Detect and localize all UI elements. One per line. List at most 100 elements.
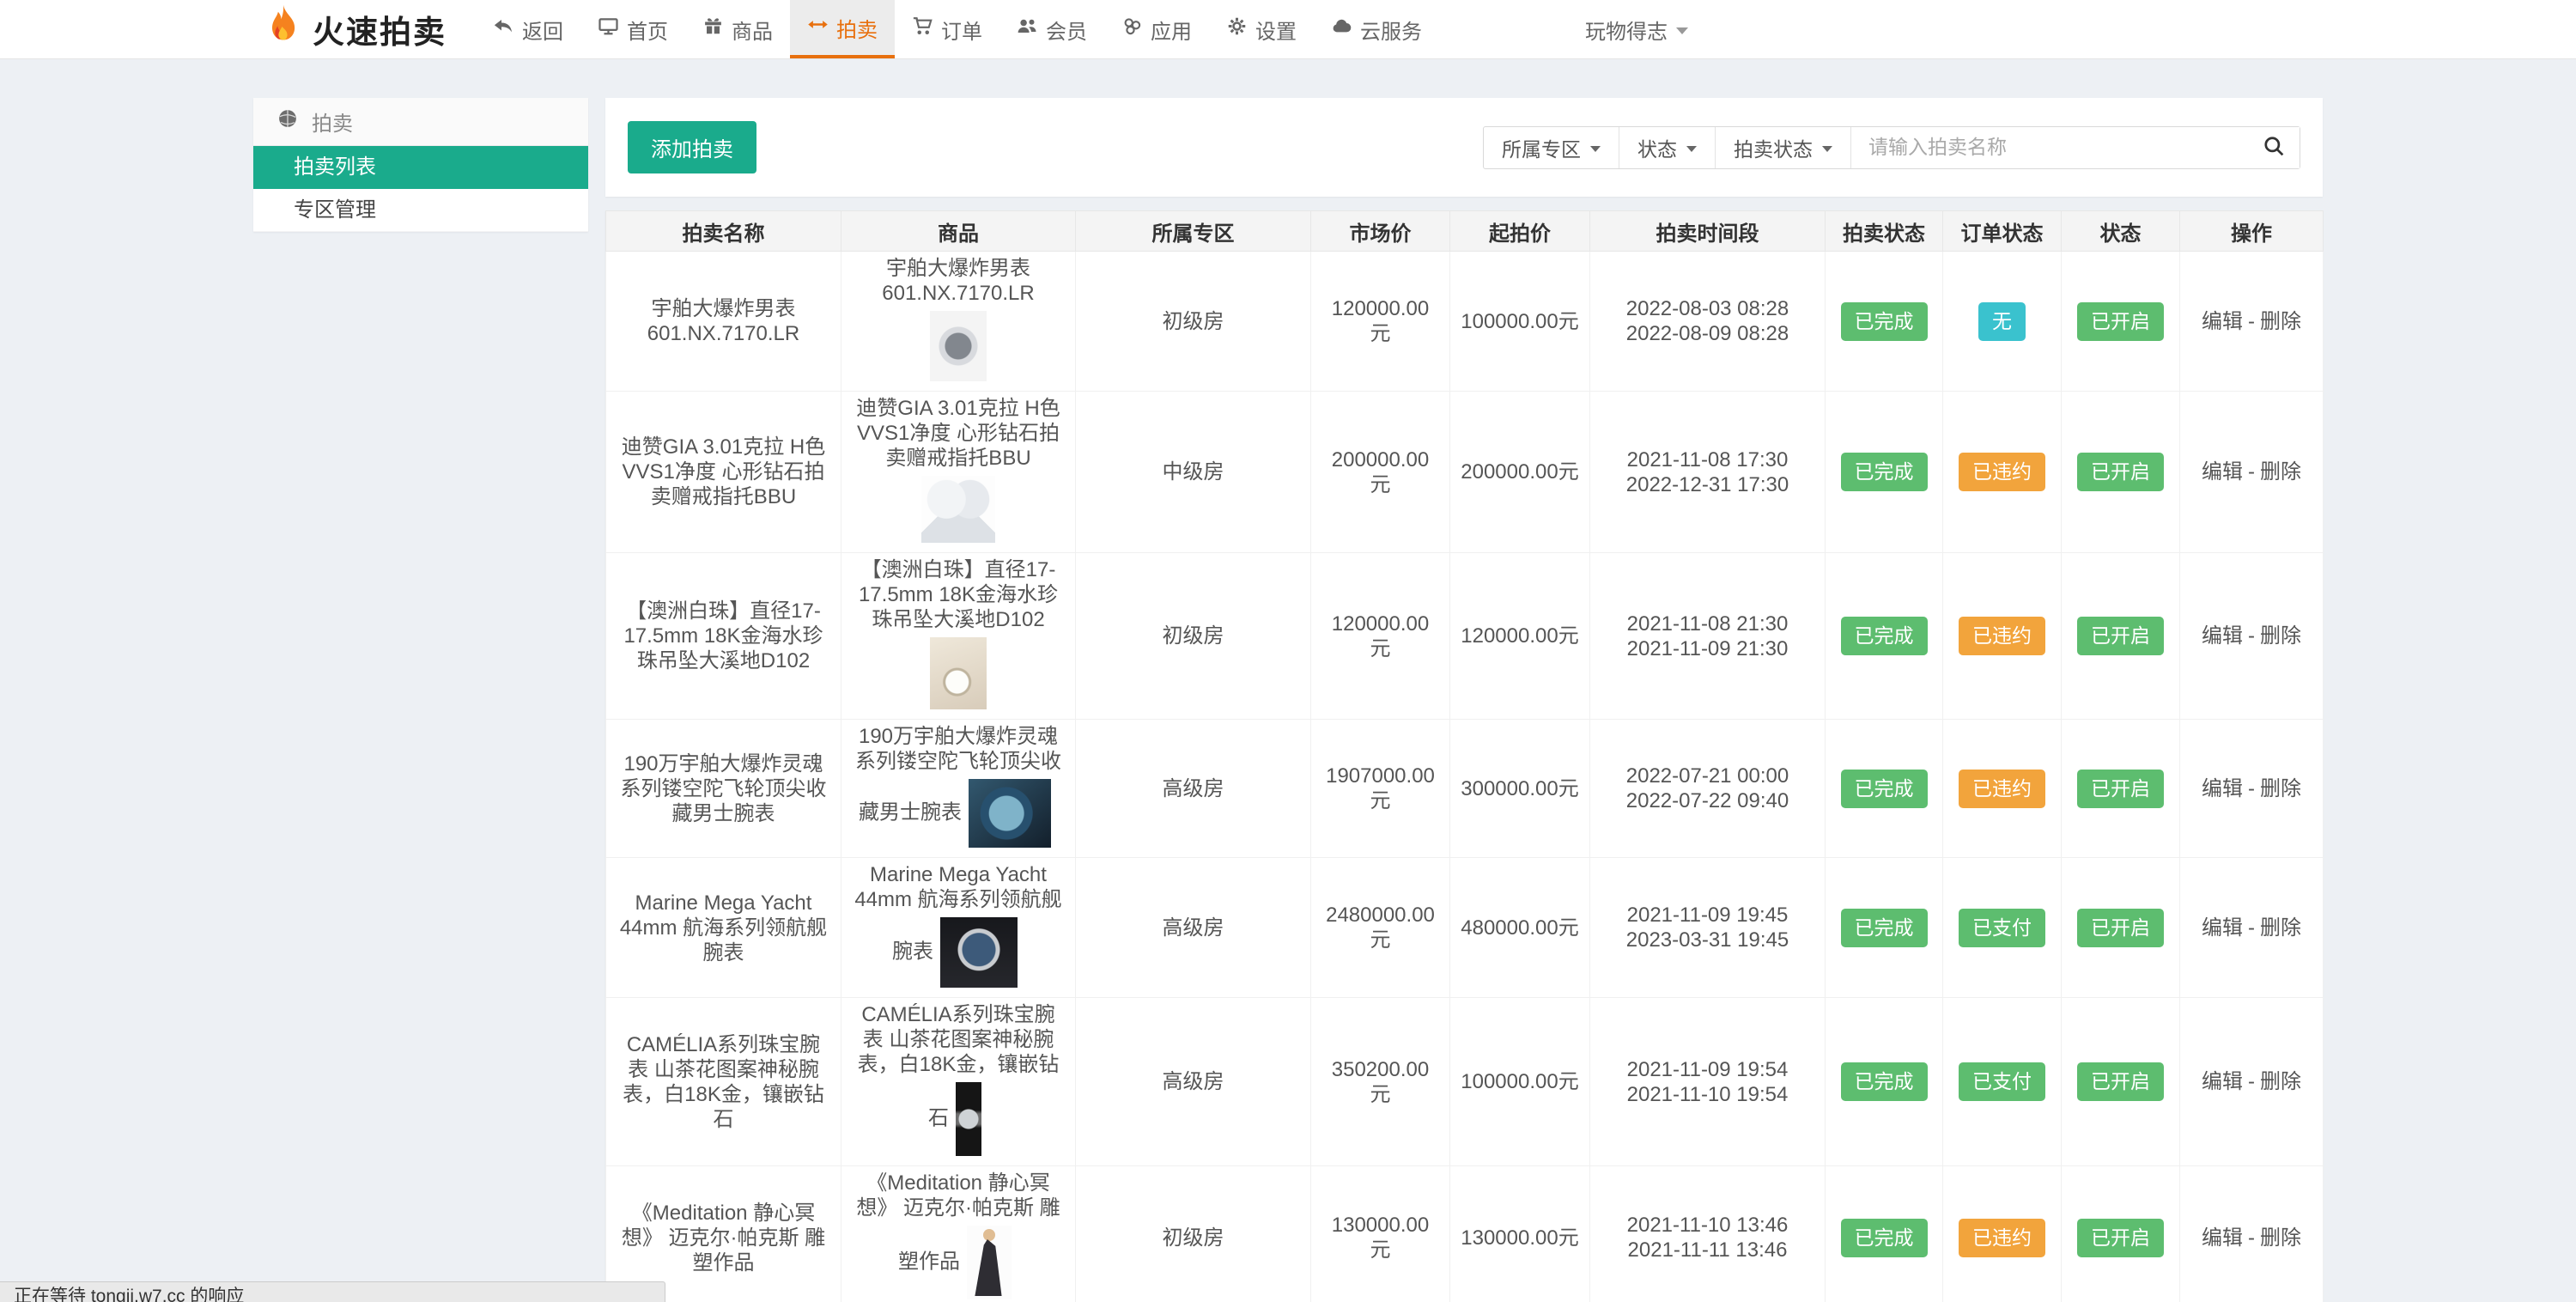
order-status-cell: 无 bbox=[1943, 252, 2062, 392]
status-cell: 已开启 bbox=[2062, 553, 2180, 720]
order-status-badge: 已支付 bbox=[1959, 909, 2045, 947]
delete-link[interactable]: 删除 bbox=[2260, 460, 2301, 484]
flame-logo-icon bbox=[264, 3, 302, 56]
sidebar-header: 拍卖 bbox=[253, 98, 588, 146]
delete-link[interactable]: 删除 bbox=[2260, 1070, 2301, 1093]
search-button[interactable] bbox=[2248, 127, 2300, 168]
product-image-watch-thin bbox=[956, 1082, 981, 1156]
market-price-cell: 200000.00元 bbox=[1311, 392, 1450, 553]
nav-item-goods[interactable]: 商品 bbox=[685, 0, 790, 58]
auction-name-cell: 宇舶大爆炸男表 601.NX.7170.LR bbox=[606, 252, 841, 392]
order-status-badge: 已违约 bbox=[1959, 1219, 2045, 1257]
status-cell: 已开启 bbox=[2062, 392, 2180, 553]
nav-item-members[interactable]: 会员 bbox=[999, 0, 1104, 58]
edit-link[interactable]: 编辑 bbox=[2202, 916, 2243, 940]
edit-link[interactable]: 编辑 bbox=[2202, 1226, 2243, 1250]
zone-cell: 初级房 bbox=[1076, 1166, 1311, 1302]
market-price-cell: 350200.00元 bbox=[1311, 998, 1450, 1166]
edit-link[interactable]: 编辑 bbox=[2202, 777, 2243, 800]
order-status-badge: 已违约 bbox=[1959, 770, 2045, 808]
chevron-down-icon bbox=[1590, 146, 1601, 152]
nav-item-home[interactable]: 首页 bbox=[580, 0, 685, 58]
edit-link[interactable]: 编辑 bbox=[2202, 460, 2243, 484]
reply-icon bbox=[493, 15, 514, 43]
edit-link[interactable]: 编辑 bbox=[2202, 624, 2243, 648]
auction-name-cell: 迪赞GIA 3.01克拉 H色 VVS1净度 心形钻石拍卖赠戒指托BBU bbox=[606, 392, 841, 553]
status-badge: 已开启 bbox=[2077, 1062, 2164, 1101]
auction-table-body: 宇舶大爆炸男表 601.NX.7170.LR 宇舶大爆炸男表 601.NX.71… bbox=[606, 252, 2324, 1302]
filter-zone-dropdown[interactable]: 所属专区 bbox=[1484, 127, 1619, 168]
zone-cell: 高级房 bbox=[1076, 720, 1311, 858]
gear-icon bbox=[1226, 15, 1248, 43]
time-range-cell: 2022-08-03 08:28 2022-08-09 08:28 bbox=[1590, 252, 1826, 392]
order-status-badge: 已违约 bbox=[1959, 453, 2045, 491]
nav-item-orders[interactable]: 订单 bbox=[895, 0, 999, 58]
time-range-cell: 2021-11-09 19:54 2021-11-10 19:54 bbox=[1590, 998, 1826, 1166]
edit-link[interactable]: 编辑 bbox=[2202, 1070, 2243, 1093]
start-price-cell: 300000.00元 bbox=[1450, 720, 1590, 858]
product-cell: Marine Mega Yacht 44mm 航海系列领航舰腕表 bbox=[841, 858, 1076, 998]
order-status-badge: 已违约 bbox=[1959, 617, 2045, 655]
time-range-cell: 2021-11-08 21:30 2021-11-09 21:30 bbox=[1590, 553, 1826, 720]
nav-item-apps[interactable]: 应用 bbox=[1104, 0, 1209, 58]
table-row: 【澳洲白珠】直径17-17.5mm 18K金海水珍珠吊坠大溪地D102 【澳洲白… bbox=[606, 553, 2324, 720]
auction-name-cell: CAMÉLIA系列珠宝腕表 山茶花图案神秘腕表，白18K金，镶嵌钻石 bbox=[606, 998, 841, 1166]
auction-status-badge: 已完成 bbox=[1841, 302, 1928, 341]
add-auction-button[interactable]: 添加拍卖 bbox=[628, 121, 756, 173]
product-image-watch-silver bbox=[930, 311, 987, 381]
order-status-badge: 已支付 bbox=[1959, 1062, 2045, 1101]
delete-link[interactable]: 删除 bbox=[2260, 777, 2301, 800]
market-price-cell: 120000.00元 bbox=[1311, 252, 1450, 392]
status-badge: 已开启 bbox=[2077, 617, 2164, 655]
table-row: Marine Mega Yacht 44mm 航海系列领航舰腕表 Marine … bbox=[606, 858, 2324, 998]
col-header-order-status: 订单状态 bbox=[1943, 211, 2062, 252]
auction-status-cell: 已完成 bbox=[1826, 1166, 1943, 1302]
auction-status-cell: 已完成 bbox=[1826, 252, 1943, 392]
actions-cell: 编辑-删除 bbox=[2180, 553, 2324, 720]
user-menu[interactable]: 玩物得志 bbox=[1585, 0, 1688, 58]
order-status-cell: 已违约 bbox=[1943, 392, 2062, 553]
edit-link[interactable]: 编辑 bbox=[2202, 310, 2243, 333]
auction-status-cell: 已完成 bbox=[1826, 553, 1943, 720]
search-input[interactable] bbox=[1851, 127, 2248, 168]
nav-item-back[interactable]: 返回 bbox=[476, 0, 580, 58]
market-price-cell: 120000.00元 bbox=[1311, 553, 1450, 720]
nav-item-auction[interactable]: 拍卖 bbox=[790, 0, 895, 58]
auction-status-badge: 已完成 bbox=[1841, 1062, 1928, 1101]
delete-link[interactable]: 删除 bbox=[2260, 310, 2301, 333]
actions-cell: 编辑-删除 bbox=[2180, 998, 2324, 1166]
browser-status-bar: 正在等待 tongji.w7.cc 的响应 bbox=[0, 1281, 665, 1302]
nav-item-settings[interactable]: 设置 bbox=[1209, 0, 1314, 58]
status-cell: 已开启 bbox=[2062, 720, 2180, 858]
col-header-status: 状态 bbox=[2062, 211, 2180, 252]
delete-link[interactable]: 删除 bbox=[2260, 916, 2301, 940]
cart-icon bbox=[912, 15, 933, 43]
filter-auction-status-dropdown[interactable]: 拍卖状态 bbox=[1716, 127, 1851, 168]
col-header-time-range: 拍卖时间段 bbox=[1590, 211, 1826, 252]
brand[interactable]: 火速拍卖 bbox=[264, 0, 447, 58]
delete-link[interactable]: 删除 bbox=[2260, 624, 2301, 648]
status-cell: 已开启 bbox=[2062, 998, 2180, 1166]
globe-icon bbox=[276, 107, 299, 136]
search-icon bbox=[2263, 135, 2286, 161]
table-header-row: 拍卖名称 商品 所属专区 市场价 起拍价 拍卖时间段 拍卖状态 订单状态 状态 … bbox=[606, 211, 2324, 252]
col-header-market-price: 市场价 bbox=[1311, 211, 1450, 252]
nav-item-cloud[interactable]: 云服务 bbox=[1314, 0, 1439, 58]
order-status-cell: 已支付 bbox=[1943, 998, 2062, 1166]
auction-status-badge: 已完成 bbox=[1841, 617, 1928, 655]
auction-name-cell: 【澳洲白珠】直径17-17.5mm 18K金海水珍珠吊坠大溪地D102 bbox=[606, 553, 841, 720]
order-status-cell: 已违约 bbox=[1943, 553, 2062, 720]
zone-cell: 高级房 bbox=[1076, 858, 1311, 998]
start-price-cell: 480000.00元 bbox=[1450, 858, 1590, 998]
time-range-cell: 2021-11-10 13:46 2021-11-11 13:46 bbox=[1590, 1166, 1826, 1302]
auction-name-cell: 190万宇舶大爆炸灵魂系列镂空陀飞轮顶尖收藏男士腕表 bbox=[606, 720, 841, 858]
filter-status-dropdown[interactable]: 状态 bbox=[1619, 127, 1716, 168]
delete-link[interactable]: 删除 bbox=[2260, 1226, 2301, 1250]
sidebar-title: 拍卖 bbox=[312, 106, 353, 137]
zone-cell: 初级房 bbox=[1076, 252, 1311, 392]
product-image-diamond bbox=[921, 476, 995, 543]
sidebar-item-zone-management[interactable]: 专区管理 bbox=[253, 189, 588, 232]
status-badge: 已开启 bbox=[2077, 453, 2164, 491]
sidebar-item-auction-list[interactable]: 拍卖列表 bbox=[253, 146, 588, 189]
top-navbar: 火速拍卖 返回 首页 商品 拍卖 订单 bbox=[0, 0, 2576, 59]
